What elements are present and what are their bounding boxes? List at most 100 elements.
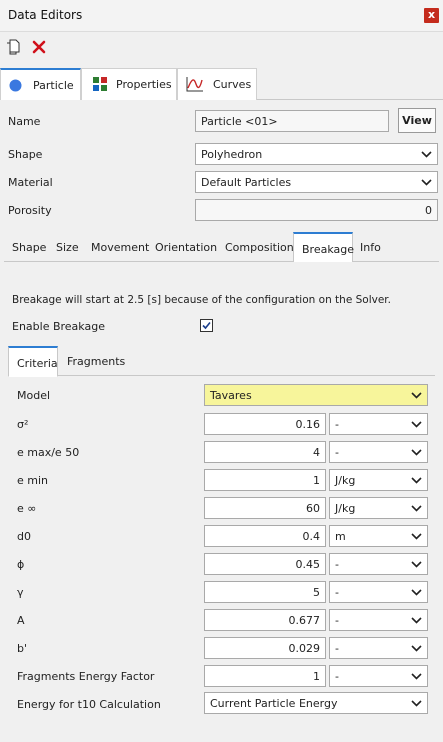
close-window-button[interactable]: x (424, 8, 439, 23)
name-field[interactable]: Particle <01> (195, 110, 389, 132)
param-value-field[interactable]: 0.45 (204, 553, 326, 575)
copy-icon[interactable] (5, 39, 21, 55)
porosity-label: Porosity (8, 204, 52, 217)
param-unit-select[interactable]: - (329, 609, 428, 631)
energy-t10-select[interactable]: Current Particle Energy (204, 692, 428, 714)
material-label: Material (8, 176, 53, 189)
properties-grid-icon (93, 77, 107, 91)
param-unit-select[interactable]: - (329, 553, 428, 575)
chevron-down-icon (411, 673, 422, 680)
tab-properties[interactable]: Properties (81, 68, 177, 100)
shape-label: Shape (8, 148, 43, 161)
chevron-down-icon (421, 151, 432, 158)
checkmark-icon (202, 321, 211, 330)
tab-particle-label: Particle (33, 79, 74, 92)
chevron-down-icon (411, 589, 422, 596)
param-unit-select[interactable]: J/kg (329, 469, 428, 491)
param-unit-value: - (335, 418, 339, 431)
tab-movement[interactable]: Movement (91, 232, 149, 262)
param-unit-value: - (335, 614, 339, 627)
param-value-field[interactable]: 0.677 (204, 609, 326, 631)
chevron-down-icon (411, 617, 422, 624)
chevron-down-icon (421, 179, 432, 186)
param-label: e min (17, 474, 49, 487)
param-unit-value: - (335, 586, 339, 599)
param-unit-select[interactable]: J/kg (329, 497, 428, 519)
particle-circle-icon (9, 79, 22, 92)
material-select-value: Default Particles (201, 176, 292, 189)
particle-sub-tab-bar: Shape Size Movement Orientation Composit… (4, 232, 439, 263)
param-label: A (17, 614, 25, 627)
param-value-field[interactable]: 0.029 (204, 637, 326, 659)
tab-size[interactable]: Size (56, 232, 79, 262)
main-tab-bar: Particle Properties Curves (0, 68, 443, 101)
chevron-down-icon (411, 700, 422, 707)
tab-breakage[interactable]: Breakage (293, 232, 354, 263)
param-value-field[interactable]: 4 (204, 441, 326, 463)
param-unit-select[interactable]: - (329, 581, 428, 603)
param-label: γ (17, 586, 24, 599)
tab-curves[interactable]: Curves (177, 68, 257, 100)
param-label: d0 (17, 530, 31, 543)
tab-criteria[interactable]: Criteria (8, 346, 58, 377)
param-unit-select[interactable]: - (329, 441, 428, 463)
param-value-field[interactable]: 60 (204, 497, 326, 519)
model-select[interactable]: Tavares (204, 384, 428, 406)
energy-t10-select-value: Current Particle Energy (210, 697, 338, 710)
param-unit-select[interactable]: - (329, 665, 428, 687)
param-label: Fragments Energy Factor (17, 670, 155, 683)
tab-shape[interactable]: Shape (12, 232, 46, 262)
chevron-down-icon (411, 421, 422, 428)
param-value-field[interactable]: 1 (204, 665, 326, 687)
chevron-down-icon (411, 645, 422, 652)
tab-curves-label: Curves (213, 78, 252, 91)
energy-t10-label: Energy for t10 Calculation (17, 698, 161, 711)
shape-select[interactable]: Polyhedron (195, 143, 438, 165)
chevron-down-icon (411, 561, 422, 568)
chevron-down-icon (411, 477, 422, 484)
enable-breakage-checkbox[interactable] (200, 319, 213, 332)
param-unit-value: J/kg (335, 474, 356, 487)
param-label: σ² (17, 418, 29, 431)
enable-breakage-label: Enable Breakage (12, 320, 105, 333)
material-select[interactable]: Default Particles (195, 171, 438, 193)
chevron-down-icon (411, 505, 422, 512)
view-button[interactable]: View (398, 108, 436, 133)
param-unit-value: J/kg (335, 502, 356, 515)
param-label: e ∞ (17, 502, 37, 515)
window-title: Data Editors (8, 8, 83, 22)
chevron-down-icon (411, 449, 422, 456)
param-unit-value: - (335, 558, 339, 571)
param-label: e max/e 50 (17, 446, 80, 459)
model-select-value: Tavares (210, 389, 252, 402)
porosity-field[interactable]: 0 (195, 199, 438, 221)
param-unit-value: - (335, 642, 339, 655)
param-value-field[interactable]: 0.4 (204, 525, 326, 547)
shape-select-value: Polyhedron (201, 148, 263, 161)
tab-fragments[interactable]: Fragments (67, 346, 125, 376)
title-bar: Data Editors x (0, 0, 443, 32)
chevron-down-icon (411, 533, 422, 540)
param-unit-value: - (335, 446, 339, 459)
tab-info[interactable]: Info (360, 232, 381, 262)
param-unit-value: - (335, 670, 339, 683)
name-label: Name (8, 115, 41, 128)
param-unit-value: m (335, 530, 346, 543)
param-unit-select[interactable]: m (329, 525, 428, 547)
chevron-down-icon (411, 392, 422, 399)
param-label: ϕ (17, 558, 25, 571)
param-label: b' (17, 642, 28, 655)
tab-properties-label: Properties (116, 78, 172, 91)
tab-particle[interactable]: Particle (0, 68, 81, 101)
tab-orientation[interactable]: Orientation (155, 232, 217, 262)
param-value-field[interactable]: 5 (204, 581, 326, 603)
delete-icon[interactable] (31, 39, 47, 55)
breakage-notice: Breakage will start at 2.5 [s] because o… (12, 294, 391, 306)
breakage-tab-bar: Criteria Fragments (8, 346, 435, 377)
param-unit-select[interactable]: - (329, 413, 428, 435)
param-value-field[interactable]: 0.16 (204, 413, 326, 435)
tab-composition[interactable]: Composition (225, 232, 294, 262)
param-unit-select[interactable]: - (329, 637, 428, 659)
param-value-field[interactable]: 1 (204, 469, 326, 491)
model-label: Model (17, 389, 51, 402)
